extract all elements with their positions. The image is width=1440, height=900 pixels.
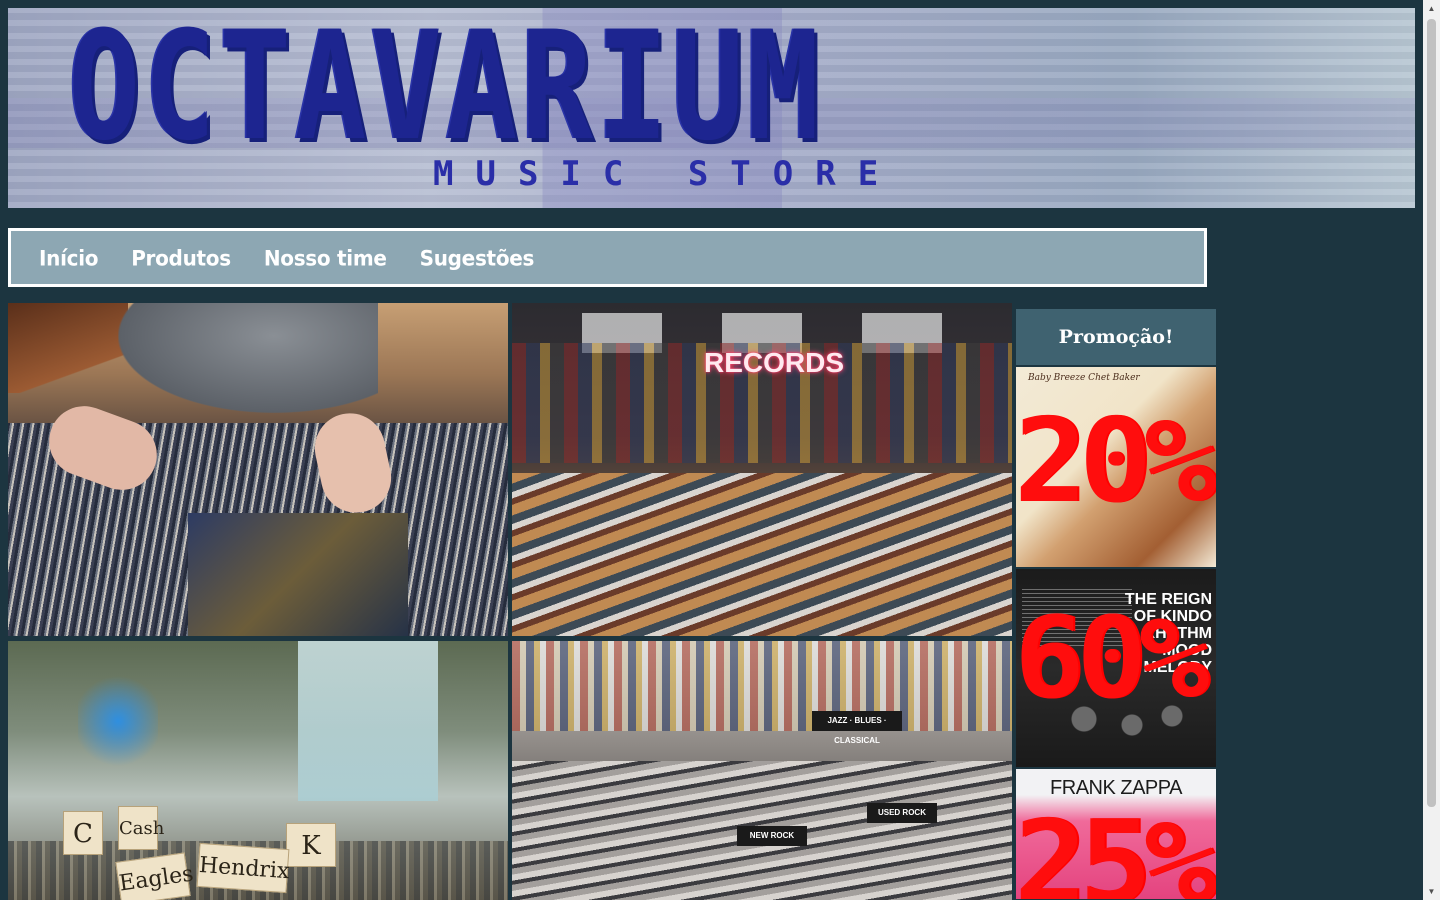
photo-hair [8, 303, 128, 393]
promo-card-reign-of-kindo[interactable]: THE REIGN OF KINDO RHYTHM MOOD MELODY 60… [1016, 569, 1216, 767]
logo-title: OCTAVARIUM [68, 8, 823, 174]
main-nav: Início Produtos Nosso time Sugestões [8, 228, 1207, 287]
photo-posters [512, 641, 1012, 731]
photo-vinyl-browsing [8, 303, 508, 636]
divider-card: K [286, 823, 336, 867]
logo-subtitle: MUSIC STORE [433, 154, 901, 194]
discount-label: 20% [1016, 394, 1216, 529]
photo-record-bins [512, 473, 1012, 636]
nav-link-produtos[interactable]: Produtos [131, 245, 231, 270]
promo-card-frank-zappa[interactable]: FRANK ZAPPA 25% [1016, 769, 1216, 899]
photo-records-store: RECORDS [512, 303, 1012, 636]
photo-record-dividers: C Cash K Eagles Hendrix [8, 641, 508, 900]
photo-hand-right [308, 406, 398, 520]
photo-genre-sign: USED ROCK [867, 803, 937, 823]
photo-genre-sign: JAZZ · BLUES · CLASSICAL [812, 711, 902, 745]
page: OCTAVARIUM MUSIC STORE Início Produtos N… [0, 0, 1440, 900]
discount-label: 25% [1016, 796, 1216, 899]
photo-genre-sign: NEW ROCK [737, 826, 807, 846]
promo-card-chet-baker[interactable]: Baby Breeze Chet Baker 20% [1016, 367, 1216, 567]
nav-link-sugestoes[interactable]: Sugestões [420, 245, 535, 270]
photo-blue-light [78, 671, 158, 771]
promo-sidebar: Promoção! Baby Breeze Chet Baker 20% THE… [1016, 309, 1216, 900]
header-banner: OCTAVARIUM MUSIC STORE [8, 8, 1415, 208]
photo-record-sleeve [188, 513, 408, 636]
album-cover-text: Baby Breeze Chet Baker [1028, 373, 1140, 383]
vertical-scrollbar[interactable]: ▲ ▼ [1423, 0, 1440, 900]
scroll-down-arrow-icon[interactable]: ▼ [1423, 883, 1440, 900]
photo-store-interior: JAZZ · BLUES · CLASSICAL NEW ROCK USED R… [512, 641, 1012, 900]
divider-card: C [63, 811, 103, 855]
scroll-thumb[interactable] [1427, 19, 1436, 807]
divider-card: Hendrix [196, 842, 290, 894]
scroll-up-arrow-icon[interactable]: ▲ [1423, 0, 1440, 17]
discount-label: 60% [1016, 594, 1210, 724]
divider-card: Cash [118, 806, 164, 850]
photo-sweater [118, 303, 378, 413]
photo-window [298, 641, 438, 801]
nav-link-nosso-time[interactable]: Nosso time [264, 245, 387, 270]
promo-title: Promoção! [1016, 309, 1216, 365]
divider-card: Eagles [115, 852, 195, 900]
photo-records-sign: RECORDS [704, 347, 845, 378]
nav-link-inicio[interactable]: Início [39, 245, 98, 270]
